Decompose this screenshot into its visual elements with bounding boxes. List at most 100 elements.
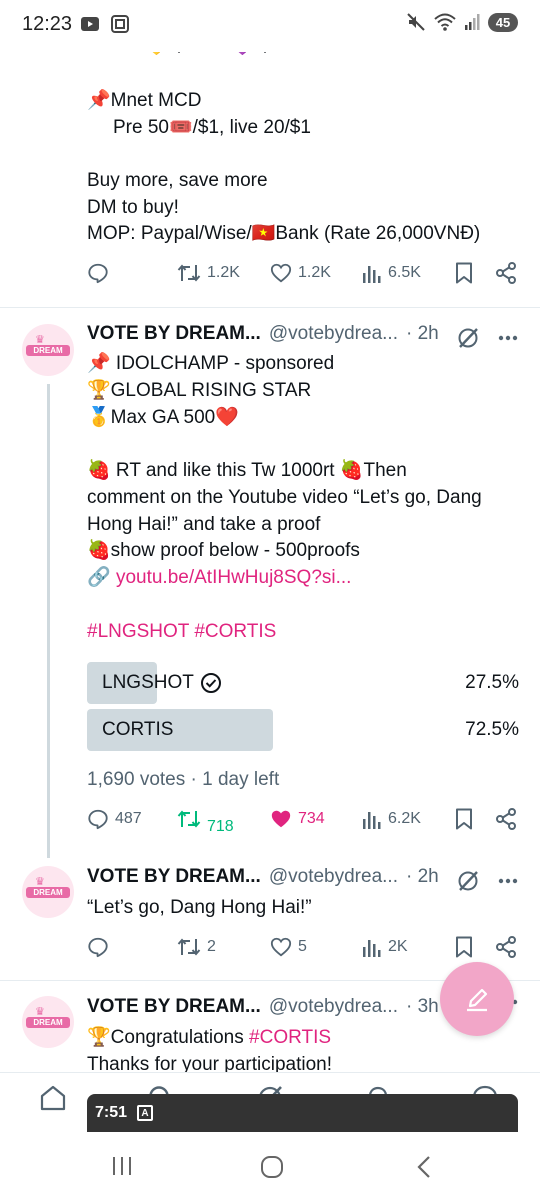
author-name[interactable]: VOTE BY DREAM... (87, 866, 261, 888)
more-icon[interactable] (498, 878, 518, 884)
home-button-icon[interactable] (259, 1154, 285, 1180)
poll-option-label: CORTIS (102, 719, 174, 740)
more-icon[interactable] (498, 335, 518, 341)
like-button[interactable]: 5 (270, 936, 307, 958)
tweet-text-line: Hong Hai!” and take a proof (87, 514, 321, 535)
views-icon (363, 940, 381, 957)
avatar[interactable]: ♛ DREAM (22, 324, 74, 376)
home-icon[interactable] (38, 1083, 68, 1113)
author-name[interactable]: VOTE BY DREAM... (87, 323, 261, 345)
bookmark-button[interactable] (455, 936, 473, 958)
share-icon (496, 936, 516, 958)
poll-meta: 1,690 votes · 1 day left (87, 769, 280, 790)
avatar-logo: DREAM (26, 345, 70, 356)
avatar-logo: DREAM (26, 1017, 70, 1028)
toast-time: 7:51 (95, 1104, 128, 1121)
retweet-button[interactable]: 1.2K (177, 262, 240, 284)
time-toast: 7:51 A (87, 1094, 518, 1132)
tweet-header-icons (456, 869, 518, 893)
signal-icon (465, 14, 480, 30)
battery-badge: 45 (488, 12, 518, 32)
views-count: 6.5K (388, 264, 421, 281)
share-button[interactable] (495, 936, 517, 958)
tweet-link-row: 🔗 youtu.be/AtIHwHuj8SQ?si... (87, 565, 351, 592)
status-left-icons (80, 14, 130, 34)
tweet-time: · 3h (405, 996, 439, 1017)
bookmark-button[interactable] (455, 262, 473, 284)
system-nav-bar (0, 1134, 540, 1200)
retweet-icon (177, 938, 201, 956)
prev-tweet-mop: MOP: Paypal/Wise/🇻🇳Bank (Rate 26,000VNĐ) (87, 223, 481, 244)
prev-tweet-actions: 1.2K 1.2K 6.5K (87, 262, 517, 292)
prev-tweet-mnet: 📌Mnet MCD (87, 90, 202, 111)
thread-line (47, 384, 50, 858)
avatar-logo: DREAM (26, 887, 70, 898)
author-handle[interactable]: @votebydrea... (269, 323, 398, 345)
prev-tweet-pre: Pre 50🎟️/$1, live 20/$1 (113, 117, 311, 138)
views-button[interactable]: 6.2K (362, 808, 421, 830)
recent-apps-icon[interactable] (110, 1154, 134, 1178)
divider (0, 307, 540, 308)
link-icon: 🔗 (87, 567, 111, 588)
poll-option-percent: 72.5% (465, 719, 519, 740)
retweet-button[interactable]: 2 (177, 936, 216, 958)
like-count: 734 (298, 810, 325, 827)
grok-icon[interactable] (456, 869, 480, 893)
tweet-header-icons (456, 326, 518, 350)
grok-icon[interactable] (456, 326, 480, 350)
reply-button[interactable]: 487 (87, 808, 142, 830)
tweet-header: VOTE BY DREAM... @votebydrea... · 2h (87, 323, 439, 345)
like-button[interactable]: 1.2K (270, 262, 331, 284)
tweet-text-line: comment on the Youtube video “Let’s go, … (87, 487, 482, 508)
author-name[interactable]: VOTE BY DREAM... (87, 996, 261, 1018)
toast-badge: A (137, 1105, 154, 1121)
youtube-notification-icon (81, 17, 99, 31)
bookmark-icon (456, 262, 472, 284)
retweet-count: 2 (207, 938, 216, 955)
compose-button[interactable] (440, 962, 514, 1036)
views-button[interactable]: 2K (362, 936, 408, 958)
share-button[interactable] (495, 262, 517, 284)
tweet-hashtags[interactable]: #LNGSHOT #CORTIS (87, 619, 276, 646)
views-icon (363, 812, 381, 829)
reply-icon (88, 937, 108, 958)
tweet-text-line: 📌 IDOLCHAMP - sponsored (87, 353, 335, 374)
tweet-text-line: 🏆GLOBAL RISING STAR (87, 380, 312, 401)
reply-count: 487 (115, 810, 142, 827)
like-button[interactable]: 734 (270, 808, 325, 830)
like-count: 1.2K (298, 264, 331, 281)
tweet-text-line: 🏆Congratulations #CORTIS (87, 1027, 332, 1048)
poll-option[interactable]: LNGSHOT 27.5% (87, 662, 519, 704)
reply-button[interactable] (87, 262, 109, 284)
back-icon[interactable] (414, 1154, 434, 1180)
avatar[interactable]: ♛ DREAM (22, 996, 74, 1048)
tweet-link[interactable]: youtu.be/AtIHwHuj8SQ?si... (116, 567, 352, 588)
poll-option[interactable]: CORTIS 72.5% (87, 709, 519, 751)
tweet-hashtag[interactable]: #CORTIS (249, 1027, 331, 1048)
retweet-icon (177, 810, 201, 828)
tweet-time: · 2h (405, 323, 439, 344)
reply-icon (88, 809, 108, 830)
reply-icon (88, 263, 108, 284)
bookmark-icon (456, 936, 472, 958)
author-handle[interactable]: @votebydrea... (269, 996, 398, 1018)
retweet-count: 1.2K (207, 264, 240, 281)
views-button[interactable]: 6.5K (362, 262, 421, 284)
tweet-text: “Let’s go, Dang Hong Hai!” (87, 897, 312, 918)
tweet-actions: 2 5 2K (87, 936, 517, 966)
avatar[interactable]: ♛ DREAM (22, 866, 74, 918)
retweet-button[interactable]: 718 (177, 808, 234, 835)
tweet-text-line: 🍓 RT and like this Tw 1000rt 🍓Then (87, 460, 407, 481)
share-icon (496, 808, 516, 830)
reply-button[interactable] (87, 936, 109, 958)
bookmark-button[interactable] (455, 808, 473, 830)
check-circle-icon (200, 673, 221, 693)
author-handle[interactable]: @votebydrea... (269, 866, 398, 888)
tweet-text-line: 🍓show proof below - 500proofs (87, 540, 360, 561)
views-icon (363, 266, 381, 283)
retweet-icon (177, 264, 201, 282)
status-time: 12:23 (22, 13, 73, 35)
tweet-actions: 487 718 734 6.2K (87, 808, 517, 838)
share-button[interactable] (495, 808, 517, 830)
prev-tweet-buy: Buy more, save more (87, 170, 268, 191)
